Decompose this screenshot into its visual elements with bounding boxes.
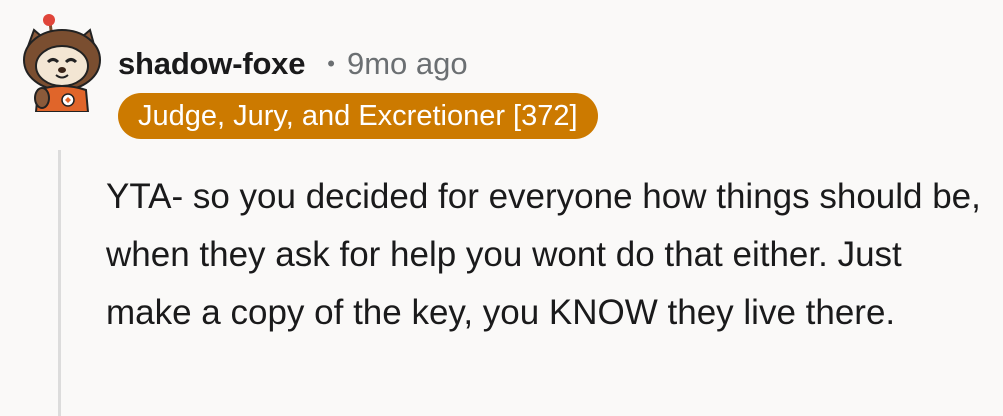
comment-body: YTA- so you decided for everyone how thi… xyxy=(106,177,981,332)
timestamp[interactable]: 9mo ago xyxy=(347,46,468,82)
user-flair-badge: Judge, Jury, and Excretioner [372] xyxy=(118,93,598,139)
user-avatar-icon[interactable] xyxy=(12,12,112,113)
comment-header: shadow-foxe • 9mo ago xyxy=(118,40,468,88)
separator-dot: • xyxy=(327,51,335,76)
comment: shadow-foxe • 9mo ago Judge, Jury, and E… xyxy=(0,0,1003,416)
username-link[interactable]: shadow-foxe xyxy=(118,46,305,82)
thread-line[interactable] xyxy=(58,150,61,416)
